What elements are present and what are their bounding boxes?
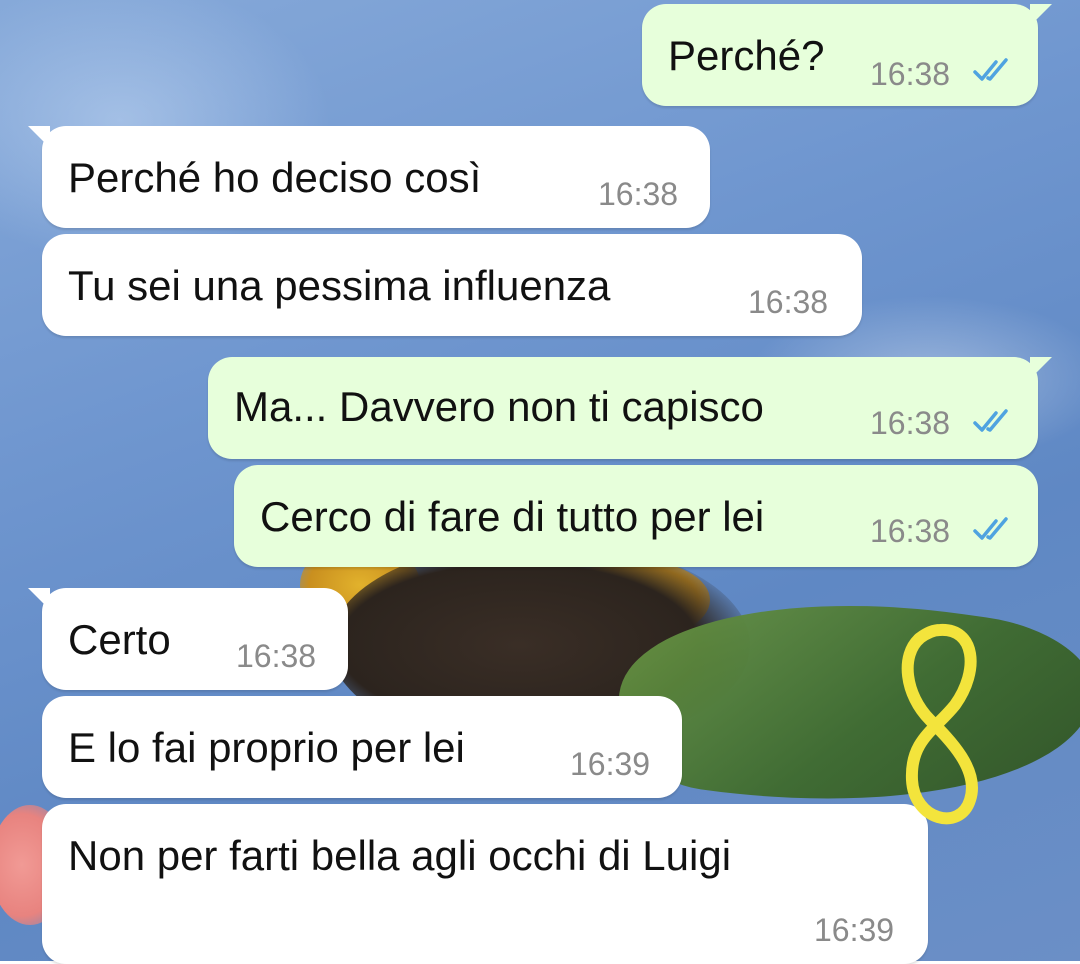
message-bubble-incoming[interactable]: Tu sei una pessima influenza 16:38 <box>42 234 862 336</box>
read-receipt-icon <box>973 517 1008 540</box>
message-bubble-outgoing[interactable]: Cerco di fare di tutto per lei 16:38 <box>234 465 1038 567</box>
message-bubble-incoming[interactable]: Perché ho deciso così 16:38 <box>28 126 710 228</box>
bubble-tail <box>1030 357 1052 379</box>
bubble-tail <box>28 126 50 148</box>
read-receipt-icon <box>973 409 1008 432</box>
message-bubble-outgoing[interactable]: Perché? 16:38 <box>642 4 1052 106</box>
message-time: 16:38 <box>598 176 679 212</box>
message-time: 16:38 <box>870 56 951 92</box>
bubble-tail <box>28 588 50 610</box>
message-text: E lo fai proprio per lei <box>68 724 465 771</box>
message-time: 16:38 <box>870 513 951 549</box>
message-time: 16:38 <box>236 638 317 674</box>
message-text: Ma... Davvero non ti capisco <box>234 383 764 430</box>
message-text: Cerco di fare di tutto per lei <box>260 493 765 540</box>
message-bubble-incoming[interactable]: Non per farti bella agli occhi di Luigi … <box>42 804 928 964</box>
message-bubble-incoming[interactable]: E lo fai proprio per lei 16:39 <box>42 696 682 798</box>
message-bubble-outgoing[interactable]: Ma... Davvero non ti capisco 16:38 <box>208 357 1052 459</box>
message-time: 16:39 <box>570 746 651 782</box>
message-text: Perché? <box>668 32 825 79</box>
bubble-tail <box>1030 4 1052 26</box>
message-time: 16:38 <box>870 405 951 441</box>
message-text: Perché ho deciso così <box>68 154 482 201</box>
message-text: Certo <box>68 616 171 663</box>
message-text: Tu sei una pessima influenza <box>68 262 611 309</box>
handwritten-eight-icon <box>901 624 978 825</box>
message-time: 16:38 <box>748 284 829 320</box>
message-text: Non per farti bella agli occhi di Luigi <box>68 832 732 879</box>
message-bubble-incoming[interactable]: Certo 16:38 <box>28 588 348 690</box>
read-receipt-icon <box>973 58 1008 81</box>
message-time: 16:39 <box>814 912 895 948</box>
